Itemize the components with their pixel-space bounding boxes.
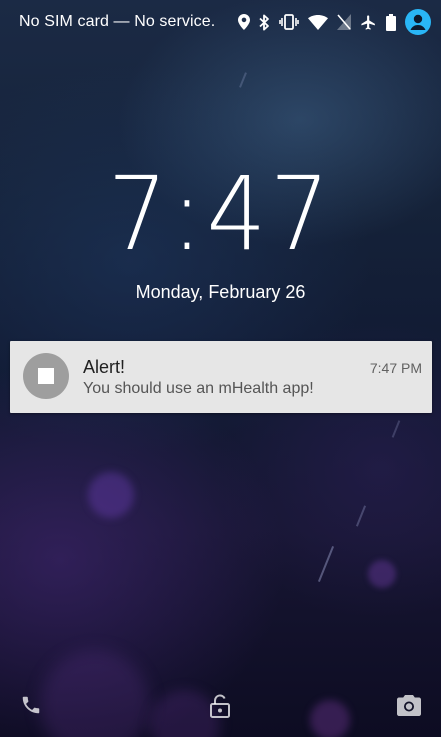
wifi-icon [308,14,328,30]
phone-icon[interactable] [20,694,42,716]
location-icon [238,14,250,30]
notification-title: Alert! [83,357,126,377]
notification-app-icon [23,353,69,399]
lockscreen-clock: 7:47 [107,155,334,274]
stop-square-icon [38,368,54,384]
carrier-status: No SIM card — No service. [19,13,216,30]
wallpaper-bokeh [310,700,350,737]
status-icons [238,9,431,35]
wallpaper-streak [317,546,335,582]
lock-screen: No SIM card — No service. 7:47 Monday, F… [0,0,441,737]
notification-card[interactable]: Alert! You should use an mHealth app! 7:… [10,341,432,413]
airplane-mode-icon [360,14,377,31]
wallpaper-streak [391,420,401,438]
wallpaper-bokeh [368,560,396,588]
notification-time: 7:47 PM [369,360,422,376]
camera-icon[interactable] [397,695,421,716]
wallpaper-bokeh [88,472,134,518]
wallpaper-streak [239,72,247,88]
wallpaper-bokeh [40,650,150,737]
wallpaper-streak [355,505,367,527]
battery-icon [386,13,396,31]
lock-icon[interactable] [209,694,231,718]
lockscreen-date: Monday, February 26 [135,282,306,302]
user-avatar-icon[interactable] [405,9,431,35]
bluetooth-icon [259,14,270,31]
status-bar[interactable]: No SIM card — No service. [0,0,441,44]
notification-text: You should use an mHealth app! [83,380,314,397]
vibrate-icon [279,14,299,30]
no-sim-icon [337,14,351,30]
